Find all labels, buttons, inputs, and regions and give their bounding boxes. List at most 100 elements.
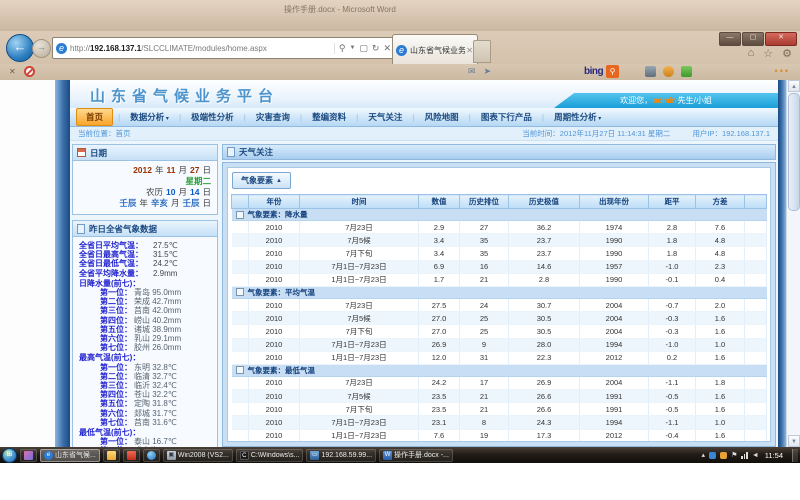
taskbar-item-3[interactable] xyxy=(123,449,140,462)
tools-gear-icon[interactable]: ⚙ xyxy=(782,47,792,60)
table-row[interactable]: 20107月5候3.43523.719901.84.8 xyxy=(232,234,767,247)
table-row[interactable]: 20107月1日~7月23日23.1824.31994-1.11.0 xyxy=(232,416,767,429)
network-icon[interactable] xyxy=(741,452,748,459)
cell: 2010 xyxy=(249,247,300,260)
volume-icon[interactable]: ◄ xyxy=(752,452,759,459)
favorites-star-icon[interactable]: ☆ xyxy=(763,47,773,60)
column-header-6[interactable]: 距平 xyxy=(649,195,696,209)
start-button[interactable]: ⊞ xyxy=(2,448,17,463)
column-header-7[interactable]: 方差 xyxy=(696,195,745,209)
table-row[interactable]: 20107月下旬3.43523.719901.84.8 xyxy=(232,247,767,260)
table-row[interactable]: 20107月下旬27.02530.52004-0.31.6 xyxy=(232,325,767,338)
bing-search-icon[interactable]: ⚲ xyxy=(606,65,619,78)
table-row[interactable]: 20101月1日~7月23日12.03122.320120.21.6 xyxy=(232,351,767,364)
forward-button[interactable]: → xyxy=(32,39,51,58)
show-desktop-button[interactable] xyxy=(792,449,798,462)
table-row[interactable]: 20107月23日24.21726.92004-1.11.8 xyxy=(232,376,767,389)
weather-panel-title: 昨日全省气象数据 xyxy=(89,223,157,235)
group-checkbox[interactable] xyxy=(236,366,244,374)
taskbar-item-7[interactable]: ▭192.168.59.99... xyxy=(306,449,376,462)
table-group-row-1[interactable]: 气象要素：平均气温 xyxy=(232,286,767,298)
action-center-flag-icon[interactable]: ⚑ xyxy=(731,451,737,459)
column-header-1[interactable]: 时间 xyxy=(300,195,419,209)
more-options-icon[interactable]: ••• xyxy=(775,66,790,76)
account-icon[interactable] xyxy=(663,66,674,77)
cell: 7月23日 xyxy=(300,221,419,234)
bing-search-widget[interactable]: bing ⚲ xyxy=(584,65,619,78)
column-header-3[interactable]: 历史排位 xyxy=(460,195,509,209)
minimize-button[interactable]: — xyxy=(719,32,741,46)
browser-tab[interactable]: e 山东省气候业务平... ✕ xyxy=(392,34,478,65)
camera-icon[interactable] xyxy=(645,66,656,77)
taskbar-item-5[interactable]: ▣Win2008 (VS2... xyxy=(163,449,233,462)
refresh-icon[interactable]: ↻ xyxy=(372,43,380,54)
send-icon[interactable]: ➤ xyxy=(484,66,492,77)
new-tab-button[interactable] xyxy=(473,40,491,63)
toolbar-close-icon[interactable]: ✕ xyxy=(9,67,16,76)
nav-item-0[interactable]: 首页 xyxy=(76,108,113,126)
cell: 25 xyxy=(460,325,509,338)
search-icon[interactable]: ⚲ xyxy=(339,43,346,54)
scroll-down-icon[interactable]: ▼ xyxy=(788,435,800,447)
address-bar[interactable]: e http://192.168.137.1/SLCCLIMATE/module… xyxy=(52,37,394,59)
nav-item-4[interactable]: 整编资料 xyxy=(303,109,355,125)
tab-title[interactable]: 山东省气候业务平... xyxy=(410,45,465,56)
taskbar-item-1[interactable]: e山东省气候... xyxy=(40,449,100,462)
column-header-5[interactable]: 出现年份 xyxy=(580,195,649,209)
close-button[interactable]: ✕ xyxy=(765,32,797,46)
nav-item-2[interactable]: 极端性分析 xyxy=(182,109,243,125)
group-checkbox[interactable] xyxy=(236,288,244,296)
taskbar-item-8[interactable]: W操作手册.docx -... xyxy=(379,449,453,462)
table-row[interactable]: 20101月1日~7月23日7.61917.32012-0.41.6 xyxy=(232,429,767,442)
taskbar-item-2[interactable] xyxy=(103,449,120,462)
taskbar-item-4[interactable] xyxy=(143,449,160,462)
taskbar-item-6[interactable]: CC:\Windows\s... xyxy=(236,449,304,462)
table-row[interactable]: 20107月5候23.52126.61991-0.51.6 xyxy=(232,390,767,403)
rank-value: 青岛 95.0mm xyxy=(134,288,181,297)
nav-item-1[interactable]: 数据分析 ▾ xyxy=(121,109,178,125)
table-row[interactable]: 20107月1日~7月23日26.9928.01994-1.01.0 xyxy=(232,338,767,351)
table-row[interactable]: 20107月23日27.52430.72004-0.72.0 xyxy=(232,298,767,311)
mail-icon[interactable]: ✉ xyxy=(468,66,476,77)
table-row[interactable]: 20107月23日2.92736.219742.87.6 xyxy=(232,221,767,234)
table-row[interactable]: 20107月下旬23.52126.61991-0.51.6 xyxy=(232,403,767,416)
clock[interactable]: 11:54 xyxy=(765,451,783,460)
taskbar-item-0[interactable] xyxy=(20,449,37,462)
table-group-row-2[interactable]: 气象要素：最低气温 xyxy=(232,364,767,376)
home-icon[interactable]: ⌂ xyxy=(748,47,755,60)
cell: 17 xyxy=(460,376,509,389)
table-row[interactable]: 20107月1日~7月23日6.91614.61957-1.02.3 xyxy=(232,260,767,273)
restore-button[interactable]: ▢ xyxy=(742,32,764,46)
nav-item-5[interactable]: 天气关注 xyxy=(359,109,411,125)
nav-item-8[interactable]: 周期性分析 ▾ xyxy=(545,109,610,125)
back-button[interactable]: ← xyxy=(6,34,34,62)
nav-item-7[interactable]: 图表下行产品 xyxy=(472,109,541,125)
addon-puzzle-icon[interactable] xyxy=(681,66,692,77)
column-header-4[interactable]: 历史极值 xyxy=(509,195,580,209)
show-hidden-icons-arrow[interactable]: ▴ xyxy=(702,451,706,459)
tray-app-icon[interactable] xyxy=(709,452,716,459)
weather-focus-header: 天气关注 xyxy=(222,144,776,160)
tray-update-icon[interactable] xyxy=(720,452,727,459)
table-row[interactable]: 20107月5候27.02530.52004-0.31.6 xyxy=(232,312,767,325)
scrollbar-thumb[interactable] xyxy=(788,93,800,211)
blocked-addon-icon[interactable] xyxy=(24,66,35,77)
element-filter-button[interactable]: 气象要素▲ xyxy=(232,172,291,189)
nav-item-3[interactable]: 灾害查询 xyxy=(247,109,299,125)
autocomplete-dropdown-icon[interactable]: ▼ xyxy=(349,45,355,51)
column-header-2[interactable]: 数值 xyxy=(419,195,460,209)
table-group-row-0[interactable]: 气象要素：降水量 xyxy=(232,209,767,221)
table-row[interactable]: 20101月1日~7月23日1.7212.81990-0.10.4 xyxy=(232,273,767,286)
cell: 8 xyxy=(460,416,509,429)
group-checkbox[interactable] xyxy=(236,211,244,219)
screen: 操作手册.docx - Microsoft Word ← → e http://… xyxy=(0,0,800,463)
column-header-0[interactable]: 年份 xyxy=(249,195,300,209)
url-text[interactable]: http://192.168.137.1/SLCCLIMATE/modules/… xyxy=(70,44,334,53)
nav-item-6[interactable]: 风险地图 xyxy=(416,109,468,125)
stop-icon[interactable]: ✕ xyxy=(383,43,391,54)
page-scrollbar[interactable]: ▲ ▼ xyxy=(786,80,800,447)
nav-separator: | xyxy=(469,112,471,122)
cell: 21 xyxy=(460,403,509,416)
scroll-up-icon[interactable]: ▲ xyxy=(788,80,800,92)
compatibility-view-icon[interactable]: ▢ xyxy=(359,43,368,54)
